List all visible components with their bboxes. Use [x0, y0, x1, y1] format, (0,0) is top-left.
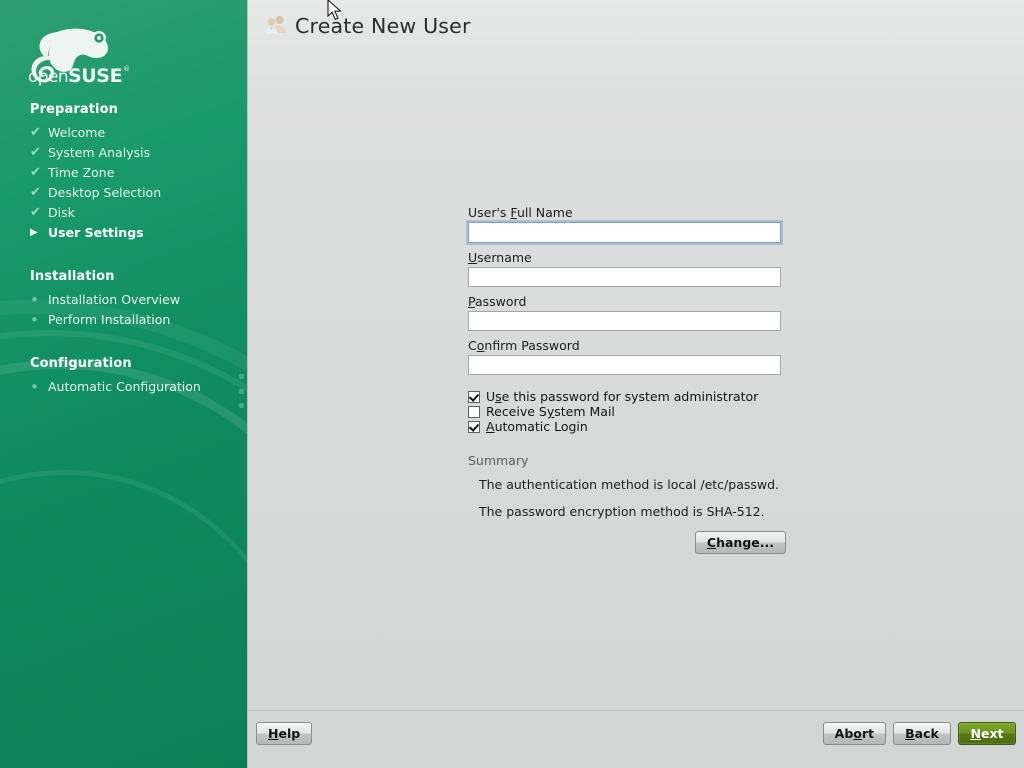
- summary-heading: Summary: [468, 453, 529, 468]
- accelerator-letter: A: [486, 419, 495, 434]
- checkbox-label: Receive System Mail: [486, 404, 615, 419]
- accelerator-letter: o: [476, 338, 485, 353]
- summary-line: The password encryption method is SHA-51…: [479, 504, 765, 519]
- form-field: Confirm Password: [468, 338, 808, 375]
- form-field: Username: [468, 250, 808, 287]
- field-label: Confirm Password: [468, 338, 580, 353]
- page-title: Create New User: [295, 14, 471, 38]
- triangle-right-icon: ▶: [30, 227, 38, 238]
- checkbox-label: Use this password for system administrat…: [486, 389, 759, 404]
- installer-sidebar: open SUSE ® Preparation ✔ Welcome ✔ System A…: [0, 0, 247, 768]
- sidebar-item-label: System Analysis: [48, 145, 151, 160]
- accelerator-letter: H: [268, 726, 279, 741]
- check-icon: ✔: [30, 185, 41, 200]
- check-icon: ✔: [30, 125, 41, 140]
- abort-button[interactable]: Ab o rt: [822, 722, 886, 745]
- sidebar-item-disk[interactable]: ✔ Disk: [0, 203, 247, 223]
- logo-wordmark-open: open: [28, 67, 68, 86]
- accelerator-letter: B: [905, 726, 915, 741]
- form-field: Password: [468, 294, 808, 331]
- summary-line: The authentication method is local /etc/…: [479, 477, 780, 492]
- sidebar-item-desktop-selection[interactable]: ✔ Desktop Selection: [0, 183, 247, 203]
- summary-section: Summary The authentication method is loc…: [468, 453, 808, 554]
- accelerator-letter: C: [706, 535, 717, 550]
- sidebar-item-label: Welcome: [48, 125, 106, 140]
- nav-group-heading: Installation: [30, 269, 115, 284]
- checkbox-use-this-password-for-system-administrator[interactable]: Use this password for system administrat…: [468, 389, 808, 404]
- field-label: Username: [468, 250, 532, 265]
- sidebar-item-label: Installation Overview: [48, 292, 181, 307]
- help-button[interactable]: Help: [256, 722, 313, 745]
- footer-button-bar: Help Ab o rt Back Next: [248, 710, 1024, 768]
- accelerator-letter: F: [510, 205, 517, 220]
- sidebar-item-time-zone[interactable]: ✔ Time Zone: [0, 163, 247, 183]
- form-checkboxes: Use this password for system administrat…: [468, 389, 808, 434]
- two-users-icon: [265, 14, 287, 38]
- next-button[interactable]: Next: [958, 722, 1016, 745]
- accelerator-letter: y: [546, 404, 555, 419]
- checkbox-checked-icon[interactable]: [468, 420, 480, 433]
- accelerator-letter: P: [468, 294, 475, 309]
- accelerator-letter: U: [468, 250, 478, 265]
- nav-group: Preparation ✔ Welcome ✔ System Analysis ✔ Time…: [0, 96, 247, 243]
- installer-step-list: Preparation ✔ Welcome ✔ System Analysis ✔ Time…: [0, 96, 247, 400]
- form-field: User's Full Name: [468, 205, 808, 243]
- nav-group-heading: Preparation: [30, 102, 118, 117]
- checkbox-checked-icon[interactable]: [468, 390, 480, 403]
- accelerator-letter: N: [970, 726, 981, 741]
- decorative-arc-1: [0, 360, 247, 768]
- username-input[interactable]: [468, 267, 781, 287]
- installer-window: open SUSE ® Preparation ✔ Welcome ✔ System A…: [0, 0, 1024, 768]
- nav-group: Configuration • Automatic Configuration: [0, 350, 247, 397]
- password-input[interactable]: [468, 311, 781, 331]
- logo-wordmark-suse: SUSE: [68, 65, 122, 86]
- field-label: User's Full Name: [468, 205, 573, 220]
- sidebar-item-label: Disk: [48, 205, 75, 220]
- sidebar-item-automatic-configuration[interactable]: • Automatic Configuration: [0, 377, 247, 397]
- sidebar-item-perform-installation[interactable]: • Perform Installation: [0, 310, 247, 330]
- opensuse-logo: open SUSE ®: [26, 24, 146, 86]
- sidebar-item-label: Time Zone: [48, 165, 115, 180]
- change-button[interactable]: Change...: [694, 531, 786, 554]
- sidebar-item-label: Perform Installation: [48, 312, 171, 327]
- check-icon: ✔: [30, 205, 41, 220]
- nav-group-heading: Configuration: [30, 356, 132, 371]
- create-user-form: User's Full Name Username Password Confirm …: [468, 205, 808, 554]
- sidebar-item-welcome[interactable]: ✔ Welcome: [0, 123, 247, 143]
- summary-lines: The authentication method is local /etc/…: [468, 477, 808, 519]
- checkbox-automatic-login[interactable]: Automatic Login: [468, 419, 808, 434]
- nav-group: Installation • Installation Overview • Perfo…: [0, 263, 247, 330]
- field-label: Password: [468, 294, 527, 309]
- bullet-icon: •: [30, 378, 39, 396]
- check-icon: ✔: [30, 165, 41, 180]
- sidebar-item-installation-overview[interactable]: • Installation Overview: [0, 290, 247, 310]
- page-header: Create New User: [265, 14, 471, 38]
- accelerator-letter: o: [853, 726, 862, 741]
- user-s-full-name-input[interactable]: [468, 222, 781, 243]
- sidebar-item-label: Desktop Selection: [48, 185, 162, 200]
- main-content-panel: Create New User User's Full Name Username…: [247, 0, 1024, 768]
- checkbox-label: Automatic Login: [486, 419, 588, 434]
- back-button[interactable]: Back: [893, 722, 951, 745]
- sidebar-item-label: User Settings: [48, 225, 144, 240]
- accelerator-letter: s: [495, 389, 502, 404]
- sidebar-item-user-settings[interactable]: ▶ User Settings: [0, 223, 247, 243]
- form-fields: User's Full Name Username Password Confirm …: [468, 205, 808, 375]
- logo-trademark: ®: [123, 65, 130, 73]
- checkbox-receive-system-mail[interactable]: Receive System Mail: [468, 404, 808, 419]
- checkbox-unchecked-icon[interactable]: [468, 405, 480, 418]
- check-icon: ✔: [30, 145, 41, 160]
- bullet-icon: •: [30, 311, 39, 329]
- sidebar-item-label: Automatic Configuration: [48, 379, 201, 394]
- sidebar-splitter-handle[interactable]: [238, 374, 245, 408]
- bullet-icon: •: [30, 291, 39, 309]
- sidebar-item-system-analysis[interactable]: ✔ System Analysis: [0, 143, 247, 163]
- confirm-password-input[interactable]: [468, 355, 781, 375]
- decorative-arc-4: [0, 470, 247, 768]
